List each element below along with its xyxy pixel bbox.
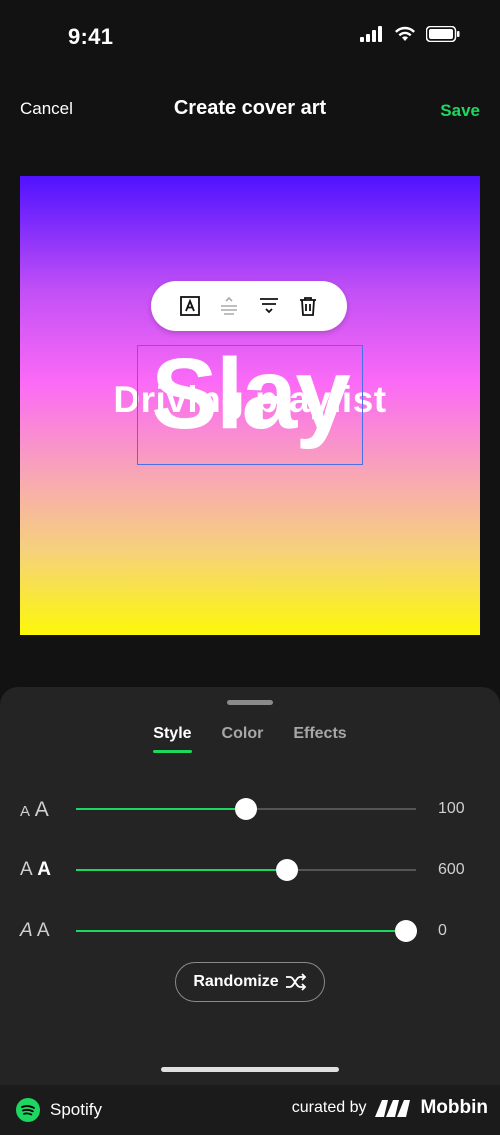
font-weight-icon: A A (20, 859, 51, 880)
italic-slider[interactable] (76, 920, 417, 942)
align-center-button[interactable] (215, 292, 243, 320)
tab-effects[interactable]: Effects (293, 725, 346, 753)
font-weight-slider-row: A A 600 (0, 850, 500, 890)
battery-icon (426, 26, 460, 42)
slider-fill (76, 808, 246, 810)
cover-art-canvas[interactable]: Driving playlist Slay (20, 176, 480, 635)
font-size-slider[interactable] (76, 798, 416, 820)
italic-icon: A A (20, 920, 50, 941)
page-title: Create cover art (173, 97, 327, 119)
align-bottom-icon (259, 298, 278, 314)
text-toolbar (151, 281, 347, 331)
footer-brand: Spotify (16, 1098, 102, 1122)
tab-bar: Style Color Effects (0, 725, 500, 753)
tab-style[interactable]: Style (153, 725, 192, 753)
spotify-logo-icon (16, 1098, 40, 1122)
italic-value: 0 (438, 922, 447, 939)
mobbin-wordmark: Mobbin (420, 1097, 488, 1118)
randomize-label: Randomize (193, 973, 279, 990)
align-bottom-button[interactable] (255, 292, 283, 320)
tab-color[interactable]: Color (222, 725, 264, 753)
italic-slider-row: A A 0 (0, 911, 500, 951)
home-indicator (161, 1067, 339, 1072)
status-time: 9:41 (68, 24, 114, 49)
font-weight-slider[interactable] (76, 859, 416, 881)
randomize-button[interactable]: Randomize (175, 962, 325, 1002)
mobbin-logo-icon (375, 1100, 411, 1117)
font-size-value: 100 (438, 800, 465, 817)
slider-thumb[interactable] (275, 859, 298, 881)
curated-by-label: curated by (291, 1099, 367, 1116)
text-style-icon (180, 296, 201, 316)
footer: Spotify curated by Mobbin (0, 1085, 500, 1135)
sheet-drag-handle[interactable] (227, 700, 273, 705)
cellular-signal-icon (360, 26, 382, 42)
slider-fill (76, 869, 287, 871)
text-selection-box[interactable] (137, 345, 363, 465)
save-button[interactable]: Save (440, 101, 480, 121)
status-icons (360, 26, 460, 42)
align-center-icon (221, 296, 238, 315)
footer-credit: curated by Mobbin (292, 1097, 488, 1119)
status-bar: 9:41 (0, 0, 500, 72)
wifi-icon (395, 26, 415, 41)
trash-icon (299, 297, 316, 316)
text-style-button[interactable] (176, 292, 204, 320)
font-size-slider-row: A A 100 (0, 789, 500, 829)
footer-brand-name: Spotify (50, 1100, 102, 1119)
slider-thumb[interactable] (235, 798, 257, 820)
bottom-sheet: Style Color Effects A A 100 A A 600 A A (0, 687, 500, 1085)
slider-fill (76, 930, 406, 932)
font-weight-value: 600 (438, 861, 465, 878)
delete-button[interactable] (294, 292, 322, 320)
slider-thumb[interactable] (394, 920, 417, 942)
nav-bar: Cancel Create cover art Save (0, 88, 500, 132)
font-size-icon: A A (20, 798, 49, 821)
shuffle-icon (285, 973, 306, 991)
